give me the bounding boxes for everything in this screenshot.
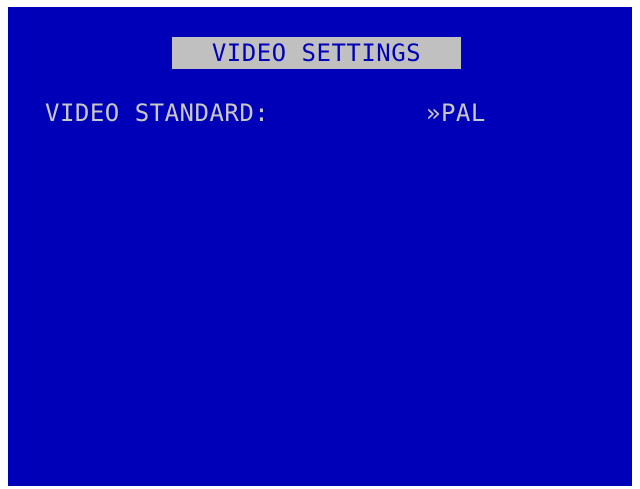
- menu-title: VIDEO SETTINGS: [172, 37, 461, 69]
- video-standard-value[interactable]: »PAL: [426, 96, 486, 130]
- video-standard-label: VIDEO STANDARD:: [45, 99, 270, 127]
- osd-screen: VIDEO SETTINGS VIDEO STANDARD: »PAL: [8, 7, 632, 486]
